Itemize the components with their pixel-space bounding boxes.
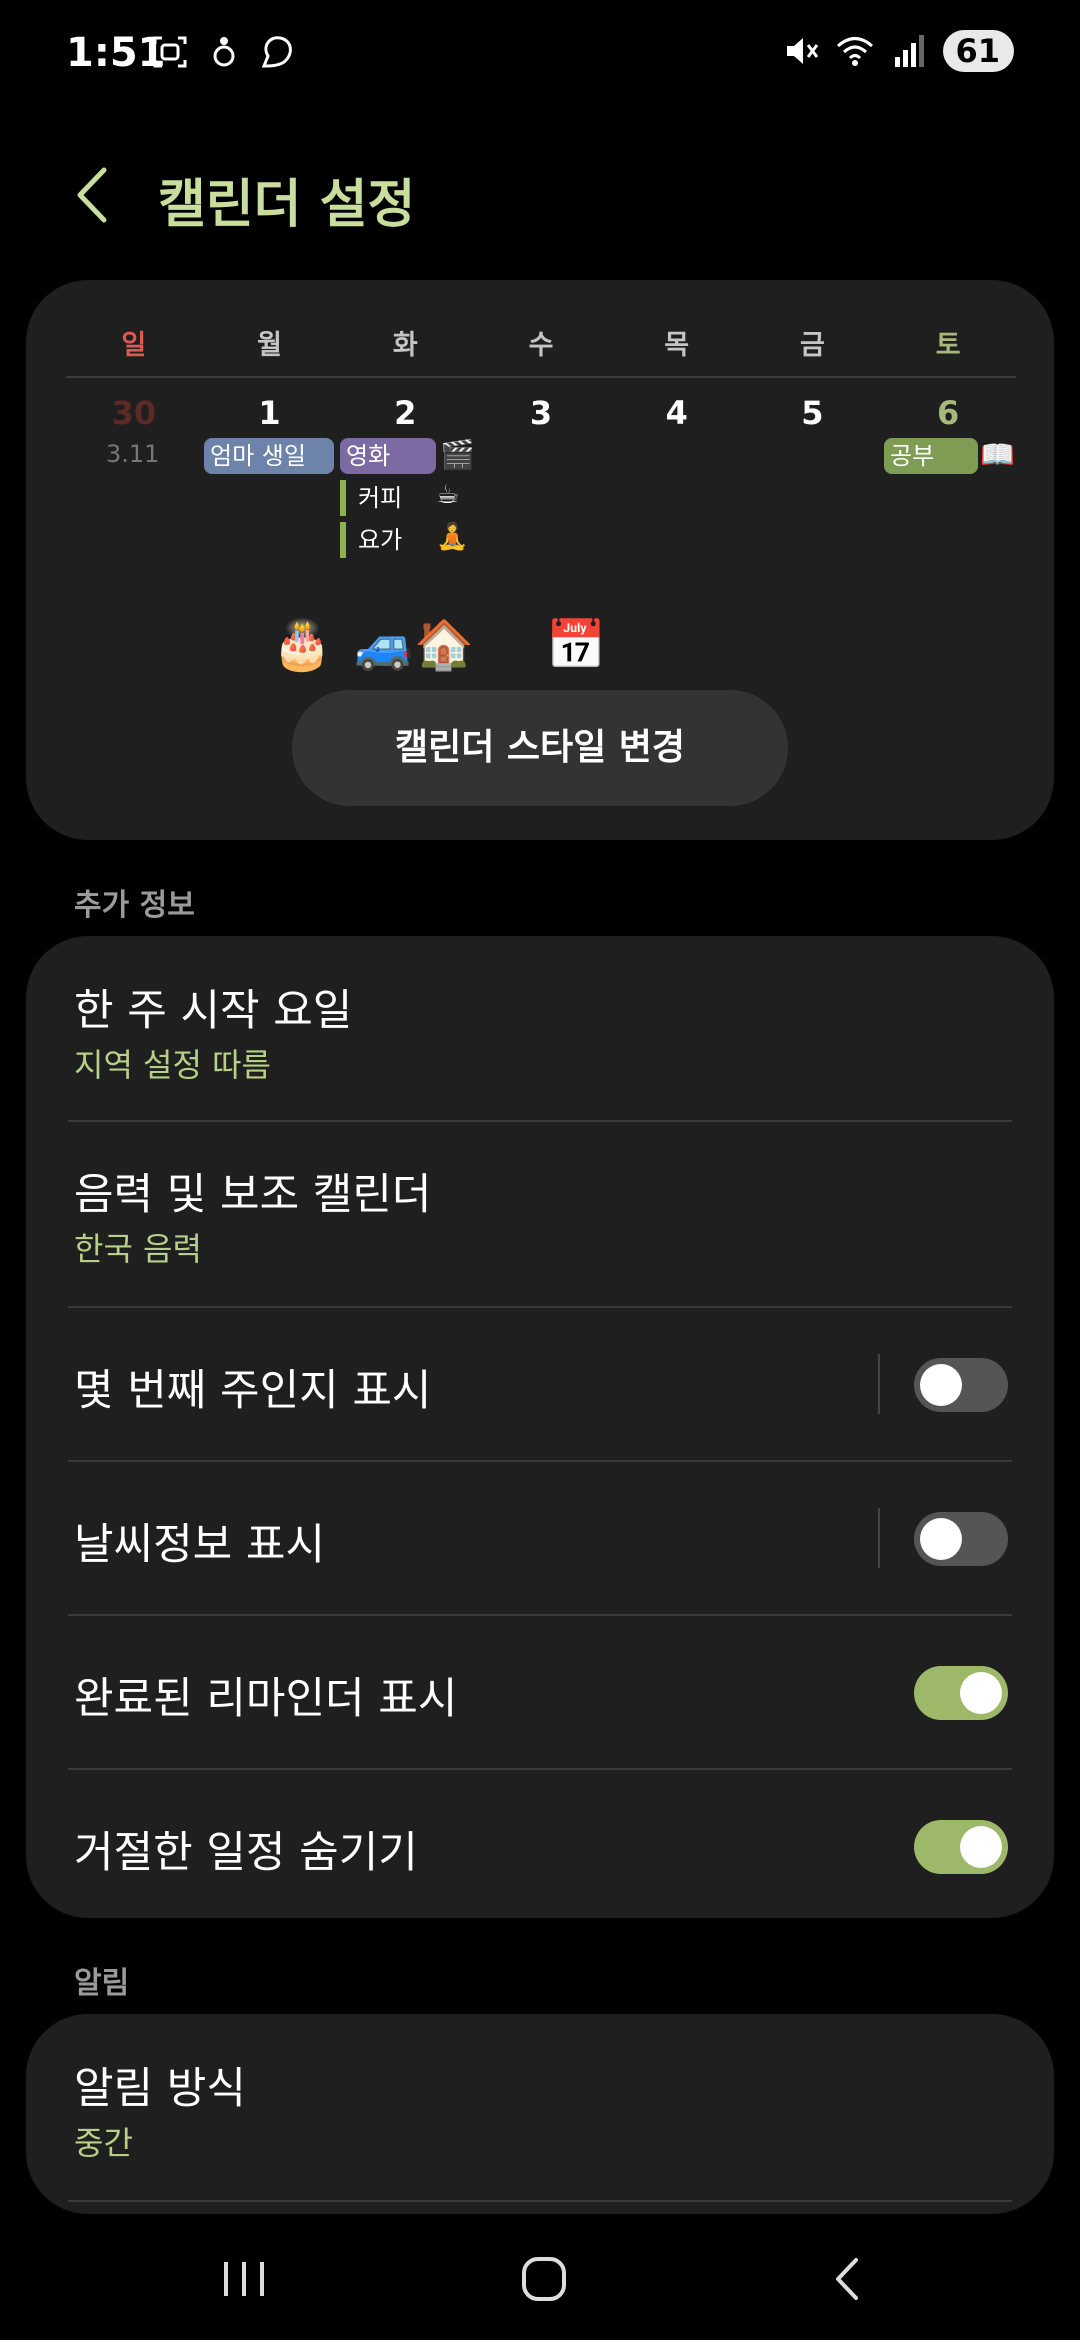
date-cell: 5 [801, 394, 824, 432]
back-icon[interactable] [818, 2254, 878, 2304]
app-header: 캘린더 설정 [0, 140, 1080, 250]
toggle-knob [960, 1826, 1002, 1868]
notifications-card: 알림 방식 중간 [26, 2014, 1054, 2214]
signal-icon [895, 35, 925, 67]
week-number-toggle[interactable] [914, 1358, 1008, 1412]
calendar-preview: 일 월 화 수 목 금 토 30 1 2 3 4 5 6 3.11 엄마 생일 … [66, 326, 1016, 673]
setting-value: 한국 음력 [74, 1230, 202, 1268]
study-emoji: 📖 [980, 438, 1015, 471]
screenshot-icon [153, 36, 187, 68]
battery-indicator: 61 [943, 30, 1014, 72]
setting-alert-style[interactable]: 알림 방식 중간 [26, 2014, 1054, 2200]
car-sticker: 🚙 [354, 617, 414, 673]
section-label-extra-info: 추가 정보 [74, 888, 195, 923]
toggle-knob [920, 1364, 962, 1406]
yoga-emoji: 🧘 [436, 522, 469, 552]
movie-emoji: 🎬 [440, 438, 475, 471]
decorations-row: 🎂 🚙 🏠 📅 [66, 616, 1016, 686]
weekday-fri: 금 [800, 330, 825, 361]
house-sticker: 🏠 [414, 617, 474, 673]
settings-card: 한 주 시작 요일 지역 설정 따름 음력 및 보조 캘린더 한국 음력 몇 번… [26, 936, 1054, 1918]
change-calendar-style-button[interactable]: 캘린더 스타일 변경 [292, 690, 788, 806]
lunar-date: 3.11 [106, 440, 160, 468]
back-arrow-icon[interactable] [64, 162, 124, 228]
setting-hide-declined[interactable]: 거절한 일정 숨기기 [26, 1770, 1054, 1918]
date-cell: 4 [665, 394, 688, 432]
hide-declined-toggle[interactable] [914, 1820, 1008, 1874]
date-cell: 2 [394, 394, 417, 432]
setting-title: 음력 및 보조 캘린더 [74, 1170, 432, 1220]
setting-weather[interactable]: 날씨정보 표시 [26, 1462, 1054, 1614]
weekday-sun: 일 [121, 330, 147, 361]
weekday-header-row: 일 월 화 수 목 금 토 [66, 326, 1016, 376]
weekday-thu: 목 [664, 330, 690, 361]
toggle-knob [960, 1672, 1002, 1714]
vertical-separator [878, 1354, 880, 1414]
setting-title: 알림 방식 [74, 2064, 246, 2114]
date-cell: 1 [258, 394, 281, 432]
home-icon[interactable] [514, 2254, 574, 2304]
date-cell: 30 [111, 394, 157, 432]
setting-value: 중간 [74, 2124, 133, 2162]
setting-title: 완료된 리마인더 표시 [74, 1674, 458, 1724]
setting-title: 날씨정보 표시 [74, 1520, 326, 1570]
event-study: 공부 [884, 438, 978, 474]
setting-title: 한 주 시작 요일 [74, 986, 353, 1036]
coffee-emoji: ☕ [436, 480, 460, 510]
mute-icon [787, 38, 819, 64]
completed-reminders-toggle[interactable] [914, 1666, 1008, 1720]
status-bar: 1:51 61 [0, 0, 1080, 110]
setting-value: 지역 설정 따름 [74, 1046, 271, 1084]
weekday-wed: 수 [528, 330, 554, 361]
page-title: 캘린더 설정 [158, 175, 416, 235]
weekday-sat: 토 [935, 330, 961, 361]
setting-lunar-calendar[interactable]: 음력 및 보조 캘린더 한국 음력 [26, 1122, 1054, 1306]
setting-title: 몇 번째 주인지 표시 [74, 1366, 432, 1416]
date-row: 30 1 2 3 4 5 6 [66, 388, 1016, 438]
task-coffee: 커피 [340, 480, 402, 516]
setting-week-number[interactable]: 몇 번째 주인지 표시 [26, 1308, 1054, 1460]
divider [68, 2200, 1012, 2202]
calendar-divider [66, 376, 1016, 378]
setting-title: 거절한 일정 숨기기 [74, 1828, 418, 1878]
weather-toggle[interactable] [914, 1512, 1008, 1566]
status-left-icons [150, 32, 298, 72]
wifi-icon [837, 37, 874, 66]
setting-week-start[interactable]: 한 주 시작 요일 지역 설정 따름 [26, 936, 1054, 1120]
navigation-bar [0, 2214, 1080, 2340]
task-yoga: 요가 [340, 522, 402, 558]
toggle-knob [920, 1518, 962, 1560]
weekday-tue: 화 [392, 330, 418, 361]
date-cell: 3 [529, 394, 553, 432]
vertical-separator [878, 1508, 880, 1568]
setting-completed-reminders[interactable]: 완료된 리마인더 표시 [26, 1616, 1054, 1768]
weekday-mon: 월 [257, 330, 282, 361]
notification-icon [213, 37, 235, 67]
calendar-sticker: 📅 [546, 617, 606, 673]
cake-sticker: 🎂 [272, 617, 332, 673]
section-label-notifications: 알림 [74, 1966, 130, 2001]
calendar-preview-card: 일 월 화 수 목 금 토 30 1 2 3 4 5 6 3.11 엄마 생일 … [26, 280, 1054, 840]
recent-apps-icon[interactable] [214, 2254, 274, 2304]
date-cell: 6 [937, 394, 960, 432]
status-right-icons: 61 [781, 30, 1014, 72]
event-mom-birthday: 엄마 생일 [204, 438, 334, 474]
app-notification-icon [261, 36, 292, 68]
calendar-events: 3.11 엄마 생일 영화 🎬 공부 📖 커피 ☕ 요가 🧘 [66, 438, 1016, 558]
event-movie: 영화 [340, 438, 436, 474]
